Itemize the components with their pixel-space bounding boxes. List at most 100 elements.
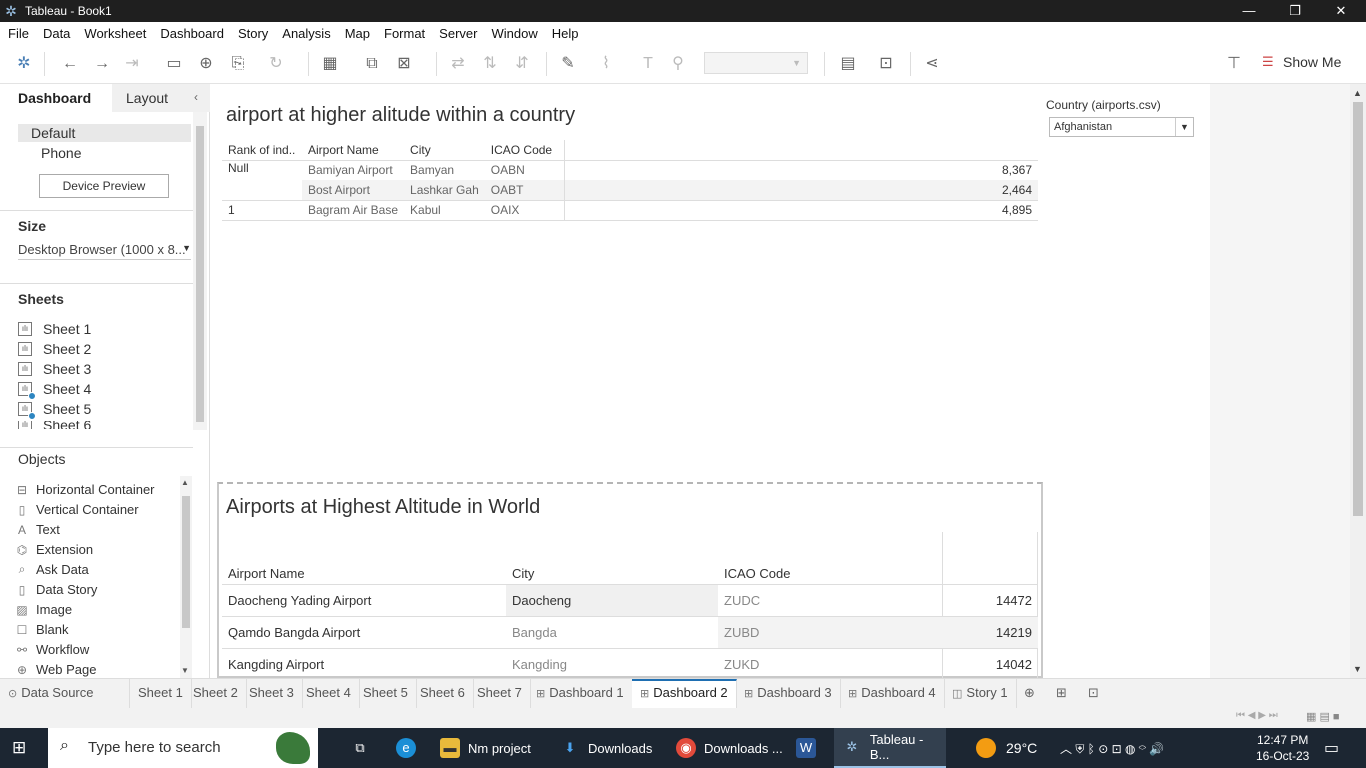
object-extension[interactable]: ⌬ Extension	[15, 542, 93, 557]
windows-start-icon[interactable]: ⊞	[12, 738, 34, 760]
tray-icons[interactable]: ︿ ⛨ ᛒ ⊙ ⊡ ◍ ⌔ 🔊	[1060, 728, 1164, 768]
object-horizontal-container[interactable]: ⊟ Horizontal Container	[15, 482, 155, 497]
header-icao[interactable]: ICAO Code	[718, 564, 942, 584]
chevron-down-icon[interactable]: ▼	[1175, 118, 1193, 136]
save-icon[interactable]: ▭	[164, 54, 184, 74]
pause-updates-icon[interactable]: ⎘	[228, 54, 248, 74]
tab-data-source[interactable]: ⊙ Data Source	[0, 679, 130, 709]
presentation-icon[interactable]: ⊡	[876, 54, 896, 74]
tab-dashboard-4[interactable]: ⊞ Dashboard 4	[840, 679, 945, 709]
tab-dashboard[interactable]: Dashboard	[0, 84, 112, 112]
taskbar-app-chrome[interactable]: ◉ Downloads ...	[676, 728, 786, 768]
header-airport-name[interactable]: Airport Name	[222, 564, 506, 584]
fit-dropdown[interactable]: ▼	[704, 52, 808, 74]
menu-window[interactable]: Window	[491, 26, 537, 41]
country-filter-dropdown[interactable]: Afghanistan ▼	[1049, 117, 1194, 137]
menu-data[interactable]: Data	[43, 26, 70, 41]
new-data-source-icon[interactable]: ⊕	[196, 54, 216, 74]
objects-scrollbar[interactable]: ▲ ▼	[180, 476, 192, 678]
refresh-icon[interactable]: ↻	[266, 54, 286, 74]
redo-icon[interactable]: →	[92, 54, 112, 74]
tab-sheet-7[interactable]: Sheet 7	[469, 679, 531, 709]
sort-descending-icon[interactable]: ⇵	[512, 54, 532, 74]
share-icon[interactable]: ⋖	[922, 54, 942, 74]
menu-file[interactable]: File	[8, 26, 29, 41]
table-row[interactable]: Null Bamiyan Airport Bamyan OABN 8,367	[222, 160, 1038, 201]
navigation-arrows-icon[interactable]: ⏮ ◀ ▶ ⏭	[1236, 710, 1278, 721]
device-default[interactable]: Default	[31, 125, 75, 141]
table-row[interactable]: 1 Bagram Air Base Kabul OAIX 4,895	[222, 200, 1038, 220]
edge-browser-icon[interactable]: e	[396, 728, 424, 768]
header-city[interactable]: City	[506, 564, 718, 584]
menu-map[interactable]: Map	[345, 26, 370, 41]
size-select[interactable]: Desktop Browser (1000 x 8... ▼	[18, 242, 191, 260]
tab-dashboard-2[interactable]: ⊞ Dashboard 2	[632, 679, 737, 709]
object-ask-data[interactable]: ⌕ Ask Data	[15, 562, 89, 577]
tab-dashboard-3[interactable]: ⊞ Dashboard 3	[736, 679, 841, 709]
object-data-story[interactable]: ▯ Data Story	[15, 582, 98, 597]
taskbar-app-tableau[interactable]: ✲ Tableau - B...	[834, 728, 946, 768]
swap-icon[interactable]: ⇄	[448, 54, 468, 74]
object-web-page[interactable]: ⊕ Web Page	[15, 662, 97, 677]
highlight-icon[interactable]: ✎	[558, 54, 578, 74]
device-preview-button[interactable]: Device Preview	[39, 174, 169, 198]
task-view-icon[interactable]: ⧉	[350, 728, 378, 768]
tableau-home-icon[interactable]: ✲	[14, 54, 34, 74]
tab-sheet-6[interactable]: Sheet 6	[412, 679, 474, 709]
undo-icon[interactable]: ←	[60, 54, 80, 74]
sort-ascending-icon[interactable]: ⇅	[480, 54, 500, 74]
close-button[interactable]: ✕	[1318, 0, 1364, 22]
collapse-panel-icon[interactable]: ‹	[194, 90, 198, 104]
menu-help[interactable]: Help	[552, 26, 579, 41]
menu-format[interactable]: Format	[384, 26, 425, 41]
panel-scrollbar[interactable]	[193, 112, 207, 430]
canvas-scrollbar[interactable]: ▲ ▼	[1350, 84, 1366, 678]
taskbar-app-file-explorer[interactable]: ▬ Nm project	[440, 728, 552, 768]
sheet-item[interactable]: ılı Sheet 6	[18, 421, 91, 429]
clear-sheet-icon[interactable]: ⊠	[394, 54, 414, 74]
word-icon[interactable]: W	[796, 728, 824, 768]
show-labels-icon[interactable]: T	[638, 54, 658, 74]
object-blank[interactable]: ☐ Blank	[15, 622, 69, 637]
notifications-icon[interactable]: ▭	[1324, 728, 1339, 768]
minimize-button[interactable]: —	[1226, 0, 1272, 22]
scroll-down-icon[interactable]: ▼	[1353, 664, 1362, 674]
new-worksheet-tab-icon[interactable]: ⊕	[1016, 679, 1043, 709]
tab-story-1[interactable]: ◫ Story 1	[944, 679, 1017, 709]
table-row[interactable]: Kangding Airport Kangding ZUKD 14042	[222, 648, 1038, 680]
taskbar-app-downloads[interactable]: ⬇ Downloads	[560, 728, 670, 768]
object-workflow[interactable]: ⚯ Workflow	[15, 642, 89, 657]
new-dashboard-tab-icon[interactable]: ⊞	[1048, 679, 1075, 709]
sheet-item[interactable]: ılı Sheet 5	[18, 401, 91, 420]
menu-analysis[interactable]: Analysis	[282, 26, 330, 41]
object-vertical-container[interactable]: ▯ Vertical Container	[15, 502, 139, 517]
header-airport-name[interactable]: Airport Name	[302, 140, 404, 160]
header-rank[interactable]: Rank of ind..	[222, 140, 302, 160]
weather-widget[interactable]: 29°C	[976, 728, 1037, 768]
menu-dashboard[interactable]: Dashboard	[160, 26, 224, 41]
sheet-item[interactable]: ılı Sheet 1	[18, 321, 91, 337]
tab-sheet-4[interactable]: Sheet 4	[298, 679, 360, 709]
group-icon[interactable]: ⌇	[596, 54, 616, 74]
scroll-up-icon[interactable]: ▲	[1353, 88, 1362, 98]
header-icao[interactable]: ICAO Code	[484, 140, 566, 160]
duplicate-icon[interactable]: ⧉	[362, 54, 382, 74]
menu-server[interactable]: Server	[439, 26, 477, 41]
tab-sheet-2[interactable]: Sheet 2	[185, 679, 247, 709]
new-worksheet-icon[interactable]: ▦	[320, 54, 340, 74]
tab-sheet-1[interactable]: Sheet 1	[130, 679, 192, 709]
object-text[interactable]: A Text	[15, 522, 60, 537]
table-row[interactable]: Daocheng Yading Airport Daocheng ZUDC 14…	[222, 584, 1038, 616]
fit-icon[interactable]: ▤	[838, 54, 858, 74]
new-story-tab-icon[interactable]: ⊡	[1080, 679, 1107, 709]
menu-worksheet[interactable]: Worksheet	[84, 26, 146, 41]
tab-sheet-3[interactable]: Sheet 3	[241, 679, 303, 709]
header-city[interactable]: City	[404, 140, 485, 160]
taskbar-clock[interactable]: 12:47 PM 16-Oct-23	[1256, 732, 1309, 764]
device-phone[interactable]: Phone	[41, 145, 81, 161]
menu-story[interactable]: Story	[238, 26, 268, 41]
tab-sheet-5[interactable]: Sheet 5	[355, 679, 417, 709]
show-me-button[interactable]: ☰ Show Me	[1262, 54, 1341, 70]
object-image[interactable]: ▨ Image	[15, 602, 72, 617]
replay-icon[interactable]: ⇥	[122, 54, 142, 74]
